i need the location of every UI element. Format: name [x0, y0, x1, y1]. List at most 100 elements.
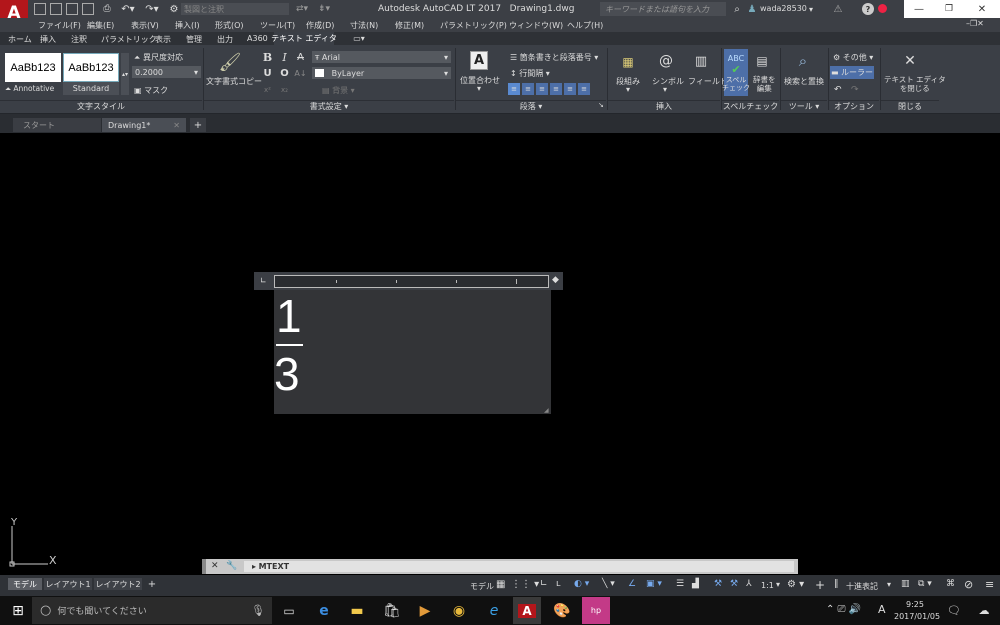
add-layout-button[interactable]: + — [146, 578, 158, 590]
mask-button[interactable]: ▣ マスク — [134, 85, 168, 96]
tab-text-editor[interactable]: テキスト エディタ — [271, 32, 337, 45]
hardware-acceleration-icon[interactable]: ⌘ — [946, 579, 955, 589]
symbol-icon[interactable]: @ — [656, 52, 676, 70]
tab-home[interactable]: ホーム — [8, 34, 32, 45]
more-options-button[interactable]: ⚙ その他 ▾ — [833, 52, 873, 63]
tab-parametric[interactable]: パラメトリック — [101, 34, 157, 45]
case-icon[interactable]: A↓ — [294, 67, 307, 80]
match-properties-label[interactable]: 文字書式コピー — [206, 76, 262, 87]
menu-view[interactable]: 表示(V) — [131, 20, 159, 31]
justification-icon[interactable]: A — [470, 51, 488, 70]
tray-icons[interactable]: ⌃ ⎚ 🔊 — [826, 604, 861, 615]
menu-edit[interactable]: 編集(E) — [87, 20, 114, 31]
align-default-button[interactable]: ≡ — [508, 83, 520, 95]
menu-window[interactable]: ウィンドウ(W) — [509, 20, 563, 31]
new-icon[interactable] — [34, 3, 46, 15]
units-value[interactable]: 十進表記 — [846, 581, 878, 592]
polar-icon[interactable]: ◐ ▾ — [574, 579, 589, 589]
plus-icon[interactable]: + — [815, 578, 825, 592]
lineweight-icon[interactable]: ☰ — [676, 579, 684, 589]
close-editor-icon[interactable]: ✕ — [901, 52, 919, 70]
style-standard-swatch[interactable]: AaBb123 — [63, 53, 119, 82]
hp-app-icon[interactable]: hp — [582, 597, 610, 624]
redo-icon[interactable]: ↷▾ — [142, 2, 162, 16]
menu-modify[interactable]: 修正(M) — [395, 20, 424, 31]
layout-tab-2[interactable]: レイアウト2 — [94, 578, 142, 590]
tab-selector-icon[interactable]: ∟ — [260, 276, 267, 285]
annotation-scale-icon[interactable]: ⅄ — [746, 579, 752, 589]
microphone-icon[interactable]: 🎙 — [244, 597, 272, 624]
find-replace-label[interactable]: 検索と置換 — [784, 76, 824, 87]
edge-icon[interactable]: e — [310, 597, 338, 624]
align-justify-button[interactable]: ≡ — [564, 83, 576, 95]
workspace-select[interactable]: 製図と注釈 — [181, 3, 289, 15]
clean-screen-icon[interactable]: ⊘ — [964, 578, 973, 591]
ruler-toggle-button[interactable]: ▬ ルーラー — [830, 66, 874, 79]
autocad-taskbar-icon[interactable]: A — [513, 597, 541, 624]
snap-icon[interactable]: ⋮⋮ ▾ — [511, 579, 539, 590]
edit-dictionary-label[interactable]: 辞書を 編集 — [753, 75, 776, 93]
spell-check-button[interactable]: ABC ✔ スペル チェック — [722, 49, 750, 96]
tab-start[interactable]: スタート — [13, 118, 101, 132]
binoculars-icon[interactable]: ⌕ — [730, 2, 744, 16]
clock-date[interactable]: 2017/01/05 — [894, 612, 940, 621]
user-dropdown-icon[interactable]: ▾ — [805, 2, 817, 16]
help-icon[interactable]: ? — [862, 3, 874, 15]
find-replace-icon[interactable]: ⌕ — [793, 51, 813, 71]
wrench-icon[interactable]: 🔧 — [226, 561, 237, 571]
ribbon-minimize-icon[interactable]: ▭▾ — [349, 33, 369, 44]
annotation-autoscale-icon[interactable]: ⚒ — [730, 579, 738, 589]
mtext-ruler[interactable]: ∟ ◆ — [254, 272, 563, 290]
menu-insert[interactable]: 挿入(I) — [175, 20, 200, 31]
isolate-icon[interactable]: ⧉ ▾ — [918, 579, 932, 589]
tab-output[interactable]: 出力 — [217, 34, 233, 45]
file-explorer-icon[interactable]: ▬ — [343, 597, 371, 624]
align-right-button[interactable]: ≡ — [550, 83, 562, 95]
undo-icon[interactable]: ↶▾ — [118, 2, 138, 16]
bullets-button[interactable]: ☰ 箇条書きと段落番号 ▾ — [510, 52, 598, 63]
text-height-select[interactable]: 0.2000 ▾ — [132, 66, 201, 78]
editor-resize-grip-icon[interactable]: ◢ — [544, 407, 549, 414]
transparency-icon[interactable]: ▟ — [692, 579, 699, 589]
subscript-icon[interactable]: x₂ — [278, 84, 291, 96]
close-editor-label[interactable]: テキスト エディタ を閉じる — [884, 75, 946, 93]
quick-access-more-icon[interactable]: ⇟▾ — [314, 2, 334, 16]
menu-draw[interactable]: 作成(D) — [306, 20, 334, 31]
tab-insert[interactable]: 挿入 — [40, 34, 56, 45]
strikethrough-button[interactable]: A — [294, 51, 307, 64]
paragraph-dialog-icon[interactable]: ↘ — [598, 101, 604, 109]
ime-indicator[interactable]: A — [878, 603, 886, 616]
action-center-icon[interactable]: 🗨 — [940, 597, 968, 624]
taskbar-search-input[interactable]: ○ 何でも聞いてください — [32, 597, 272, 624]
style-standard-label[interactable]: Standard — [63, 82, 119, 95]
command-line-handle[interactable] — [202, 559, 206, 574]
doc-window-controls[interactable]: –❐✕ — [966, 19, 984, 28]
menu-help[interactable]: ヘルプ(H) — [567, 20, 603, 31]
menu-format[interactable]: 形式(O) — [215, 20, 244, 31]
tab-a360[interactable]: A360 — [247, 34, 268, 43]
new-tab-button[interactable]: + — [190, 118, 206, 132]
align-distribute-button[interactable]: ≡ — [578, 83, 590, 95]
gear-icon[interactable]: ⚙ — [168, 2, 180, 16]
underline-button[interactable]: U — [261, 67, 274, 80]
isodraft-icon[interactable]: ╲ ▾ — [602, 579, 615, 589]
undo-icon[interactable]: ↶ — [834, 85, 842, 95]
layout-tab-model[interactable]: モデル — [8, 578, 42, 590]
dictionary-icon[interactable]: ▤ — [754, 52, 770, 70]
line-spacing-button[interactable]: ↕ 行間隔 ▾ — [510, 68, 550, 79]
tab-drawing1[interactable]: Drawing1* ✕ — [102, 118, 186, 132]
style-scroll-icon[interactable]: ▴▾ — [121, 53, 129, 95]
columns-dropdown-icon[interactable]: ▾ — [626, 85, 630, 94]
window-maximize-button[interactable]: ❐ — [934, 0, 964, 18]
font-select[interactable]: Ŧ Arial ▾ — [312, 51, 451, 63]
autodesk-app-icon[interactable]: ⚠ — [830, 2, 846, 16]
tab-manage[interactable]: 管理 — [186, 34, 202, 45]
units-dropdown-icon[interactable]: ▾ — [887, 580, 891, 589]
symbol-label[interactable]: シンボル — [652, 76, 684, 87]
layout-tab-1[interactable]: レイアウト1 — [44, 578, 92, 590]
save-icon[interactable] — [66, 3, 78, 15]
clock-time[interactable]: 9:25 — [906, 600, 924, 609]
menu-file[interactable]: ファイル(F) — [38, 20, 81, 31]
share-icon[interactable]: ⇄▾ — [292, 2, 312, 16]
menu-dimension[interactable]: 寸法(N) — [350, 20, 378, 31]
